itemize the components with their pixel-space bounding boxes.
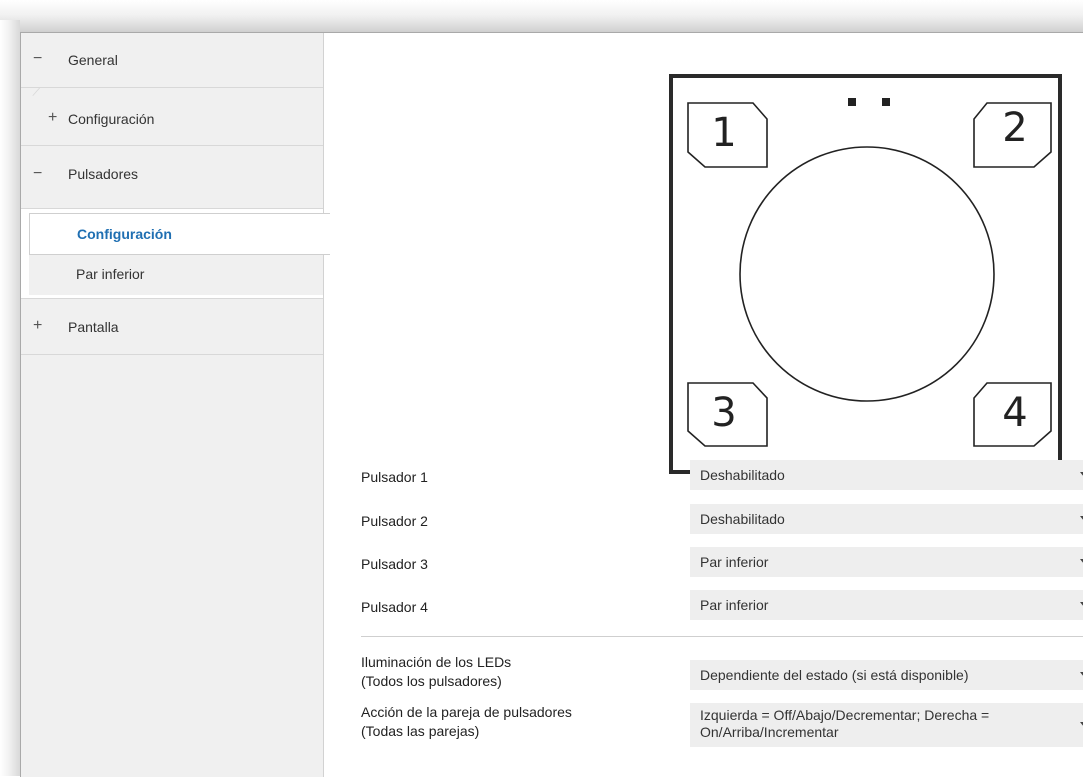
sidebar-item-par-inferior[interactable]: Par inferior (29, 255, 323, 295)
sidebar: − General + Configuración − Pulsadores C… (21, 33, 330, 777)
key-label-4: 4 (1002, 390, 1028, 436)
pair-action-select[interactable]: Izquierda = Off/Abajo/Decrementar; Derec… (690, 703, 1083, 747)
pulsador-4-label: Pulsador 4 (361, 599, 428, 615)
pair-action-label: Acción de la pareja de pulsadores (Todas… (361, 703, 572, 741)
sidebar-item-label: Par inferior (76, 266, 145, 282)
pulsador-2-label: Pulsador 2 (361, 513, 428, 529)
select-value: Par inferior (700, 597, 769, 613)
select-value-line1: Izquierda = Off/Abajo/Decrementar; Derec… (700, 707, 990, 723)
pulsador-4-select[interactable]: Par inferior (690, 590, 1083, 620)
keypad-diagram: 1 2 3 4 (669, 74, 1062, 474)
sensor-dot (848, 98, 856, 106)
section-divider (361, 636, 1083, 637)
select-value-line2: On/Arriba/Incrementar (700, 724, 839, 740)
sidebar-item-label: Pantalla (68, 319, 119, 335)
key-label-2: 2 (1002, 105, 1028, 151)
leds-label: Iluminación de los LEDs (Todos los pulsa… (361, 653, 511, 691)
leds-label-line1: Iluminación de los LEDs (361, 654, 512, 670)
window-title-bar (0, 0, 1083, 34)
pulsadores-subitems: Configuración Par inferior (21, 209, 330, 299)
sidebar-item-label: Configuración (77, 226, 172, 242)
sidebar-item-configuracion-general[interactable]: + Configuración (21, 88, 323, 146)
pulsador-3-select[interactable]: Par inferior (690, 547, 1083, 577)
pulsador-2-select[interactable]: Deshabilitado (690, 504, 1083, 534)
central-button-circle (739, 146, 995, 402)
expand-icon[interactable]: + (33, 318, 42, 334)
window-left-edge (0, 20, 20, 776)
select-value: Izquierda = Off/Abajo/Decrementar; Derec… (700, 707, 1060, 741)
pair-action-label-line1: Acción de la pareja de pulsadores (361, 704, 572, 720)
key-label-1: 1 (711, 110, 737, 156)
select-value: Deshabilitado (700, 511, 785, 527)
sensor-dot (882, 98, 890, 106)
select-value: Deshabilitado (700, 467, 785, 483)
pulsador-1-select[interactable]: Deshabilitado (690, 460, 1083, 490)
pulsador-1-label: Pulsador 1 (361, 469, 428, 485)
collapse-icon[interactable]: − (33, 166, 42, 182)
key-label-3: 3 (711, 390, 737, 436)
collapse-icon[interactable]: − (33, 51, 42, 67)
sidebar-item-configuracion-pulsadores[interactable]: Configuración (29, 213, 330, 255)
leds-label-line2: (Todos los pulsadores) (361, 673, 502, 689)
sidebar-item-general[interactable]: − General (21, 33, 323, 96)
select-value: Par inferior (700, 554, 769, 570)
select-value: Dependiente del estado (si está disponib… (700, 667, 969, 683)
expand-icon[interactable]: + (48, 110, 57, 126)
sidebar-item-label: General (68, 52, 118, 68)
sidebar-item-label: Configuración (68, 111, 155, 127)
pulsador-3-label: Pulsador 3 (361, 556, 428, 572)
sidebar-item-pulsadores[interactable]: − Pulsadores (21, 146, 323, 217)
pair-action-label-line2: (Todas las parejas) (361, 723, 480, 739)
leds-select[interactable]: Dependiente del estado (si está disponib… (690, 660, 1083, 690)
sidebar-item-pantalla[interactable]: + Pantalla (21, 299, 323, 355)
parameter-window: − General + Configuración − Pulsadores C… (20, 32, 1083, 777)
sidebar-item-label: Pulsadores (68, 166, 139, 182)
